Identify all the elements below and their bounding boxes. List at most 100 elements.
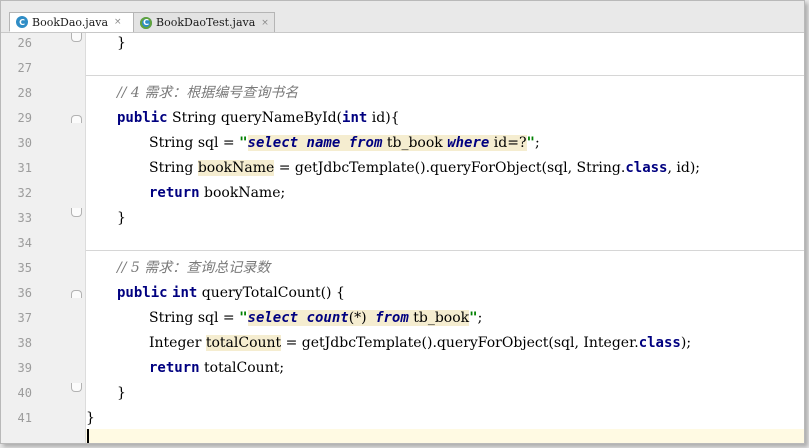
sql-text: (*) [348,310,367,326]
code-token: bookName; [199,185,286,201]
keyword: public [117,285,168,301]
line-number: 36 [17,286,32,300]
code-line-29: public String queryNameById(int id){ [86,106,804,131]
fold-start-icon[interactable] [71,290,82,298]
code-token: queryTotalCount() { [197,285,345,301]
line-number: 29 [17,111,32,125]
editor-tab-bar: C BookDao.java × C BookDaoTest.java × [1,1,804,33]
sql-keyword: where [447,135,490,151]
string-literal: " [469,310,478,326]
sql-keyword: from [348,135,383,151]
sql-space [340,135,348,151]
keyword: return [149,185,200,201]
code-token: String [149,160,198,176]
code-line-38: Integer totalCount = getJdbcTemplate().q… [86,331,804,356]
sql-text: tb_book [382,135,448,151]
code-token: } [117,210,126,226]
keyword: int [342,110,368,126]
line-number: 27 [17,61,32,75]
method-separator [86,75,804,76]
code-token: String queryNameById( [167,110,343,126]
keyword: return [149,360,200,376]
sql-keyword: name [306,135,341,151]
method-separator [86,250,804,251]
code-token: ; [477,310,483,326]
highlighted-variable: totalCount [205,335,282,351]
tab-label: BookDaoTest.java [156,16,256,29]
code-line-28: // 4 需求：根据编号查询书名 [86,81,804,106]
close-icon[interactable]: × [114,17,122,27]
line-number: 40 [17,386,32,400]
current-line-highlight [86,429,804,443]
code-line-41: } [86,406,804,431]
code-editor[interactable]: } // 4 需求：根据编号查询书名 public String queryNa… [86,33,804,443]
keyword: int [172,285,198,301]
sql-text: id=? [489,135,527,151]
line-number: 31 [17,161,32,175]
line-number: 39 [17,361,32,375]
editor-window: C BookDao.java × C BookDaoTest.java × 26… [0,0,805,444]
code-line-26: } [86,31,804,56]
class-c-icon: C [16,16,28,28]
code-line-33: } [86,206,804,231]
string-literal: " [239,310,248,326]
code-token: , id); [667,160,701,176]
tab-bookdaotest-java[interactable]: C BookDaoTest.java × [133,12,275,32]
close-icon[interactable]: × [261,18,269,28]
code-token: = getJdbcTemplate().queryForObject(sql, … [281,335,639,351]
sql-keyword: select [247,310,299,326]
sql-keyword: from [375,310,409,326]
line-number: 41 [17,411,32,425]
line-number: 34 [17,236,32,250]
fold-end-icon[interactable] [71,383,82,392]
code-line-30: String sql = "select name from tb_book w… [86,131,804,156]
text-caret [87,429,89,443]
code-comment: // 4 需求：根据编号查询书名 [117,85,299,101]
line-number: 35 [17,261,32,275]
code-line-31: String bookName = getJdbcTemplate().quer… [86,156,804,181]
code-token: = getJdbcTemplate().queryForObject(sql, … [274,160,626,176]
code-line-32: return bookName; [86,181,804,206]
keyword: public [117,110,168,126]
code-token: ; [534,135,540,151]
code-token: } [86,410,95,426]
code-line-40: } [86,381,804,406]
sql-keyword: count [306,310,349,326]
line-number: 32 [17,186,32,200]
code-token: totalCount; [199,360,285,376]
line-number: 38 [17,336,32,350]
sql-space [298,135,306,151]
code-token: } [117,385,126,401]
string-literal: " [239,135,248,151]
fold-end-icon[interactable] [71,33,82,42]
code-comment: // 5 需求：查询总记录数 [117,260,271,276]
line-number: 33 [17,211,32,225]
sql-keyword: select [247,135,299,151]
tab-bookdao-java[interactable]: C BookDao.java × [9,12,134,32]
sql-text: tb_book [408,310,470,326]
code-token: String sql = [149,310,240,326]
keyword: class [638,335,681,351]
code-line-37: String sql = "select count(*) from tb_bo… [86,306,804,331]
line-number-gutter[interactable]: 26 27 28 29 30 31 32 33 34 35 36 37 38 3… [1,33,85,443]
sql-space [298,310,306,326]
sql-fragment: select count(*) from tb_book [247,310,470,326]
code-token: Integer [149,335,206,351]
tab-label: BookDao.java [32,15,109,29]
fold-end-icon[interactable] [71,208,82,217]
test-class-c-icon: C [140,16,152,29]
line-number: 37 [17,311,32,325]
code-token: id){ [367,110,400,126]
sql-space [367,310,375,326]
fold-start-icon[interactable] [71,115,82,123]
line-number: 30 [17,136,32,150]
code-token: } [117,35,126,51]
code-line-39: return totalCount; [86,356,804,381]
string-literal: " [526,135,535,151]
code-token: String sql = [149,135,240,151]
sql-fragment: select name from tb_book where id=? [247,135,527,151]
keyword: class [625,160,668,176]
highlighted-variable: bookName [197,160,275,176]
code-line-35: // 5 需求：查询总记录数 [86,256,804,281]
code-token: ); [680,335,692,351]
